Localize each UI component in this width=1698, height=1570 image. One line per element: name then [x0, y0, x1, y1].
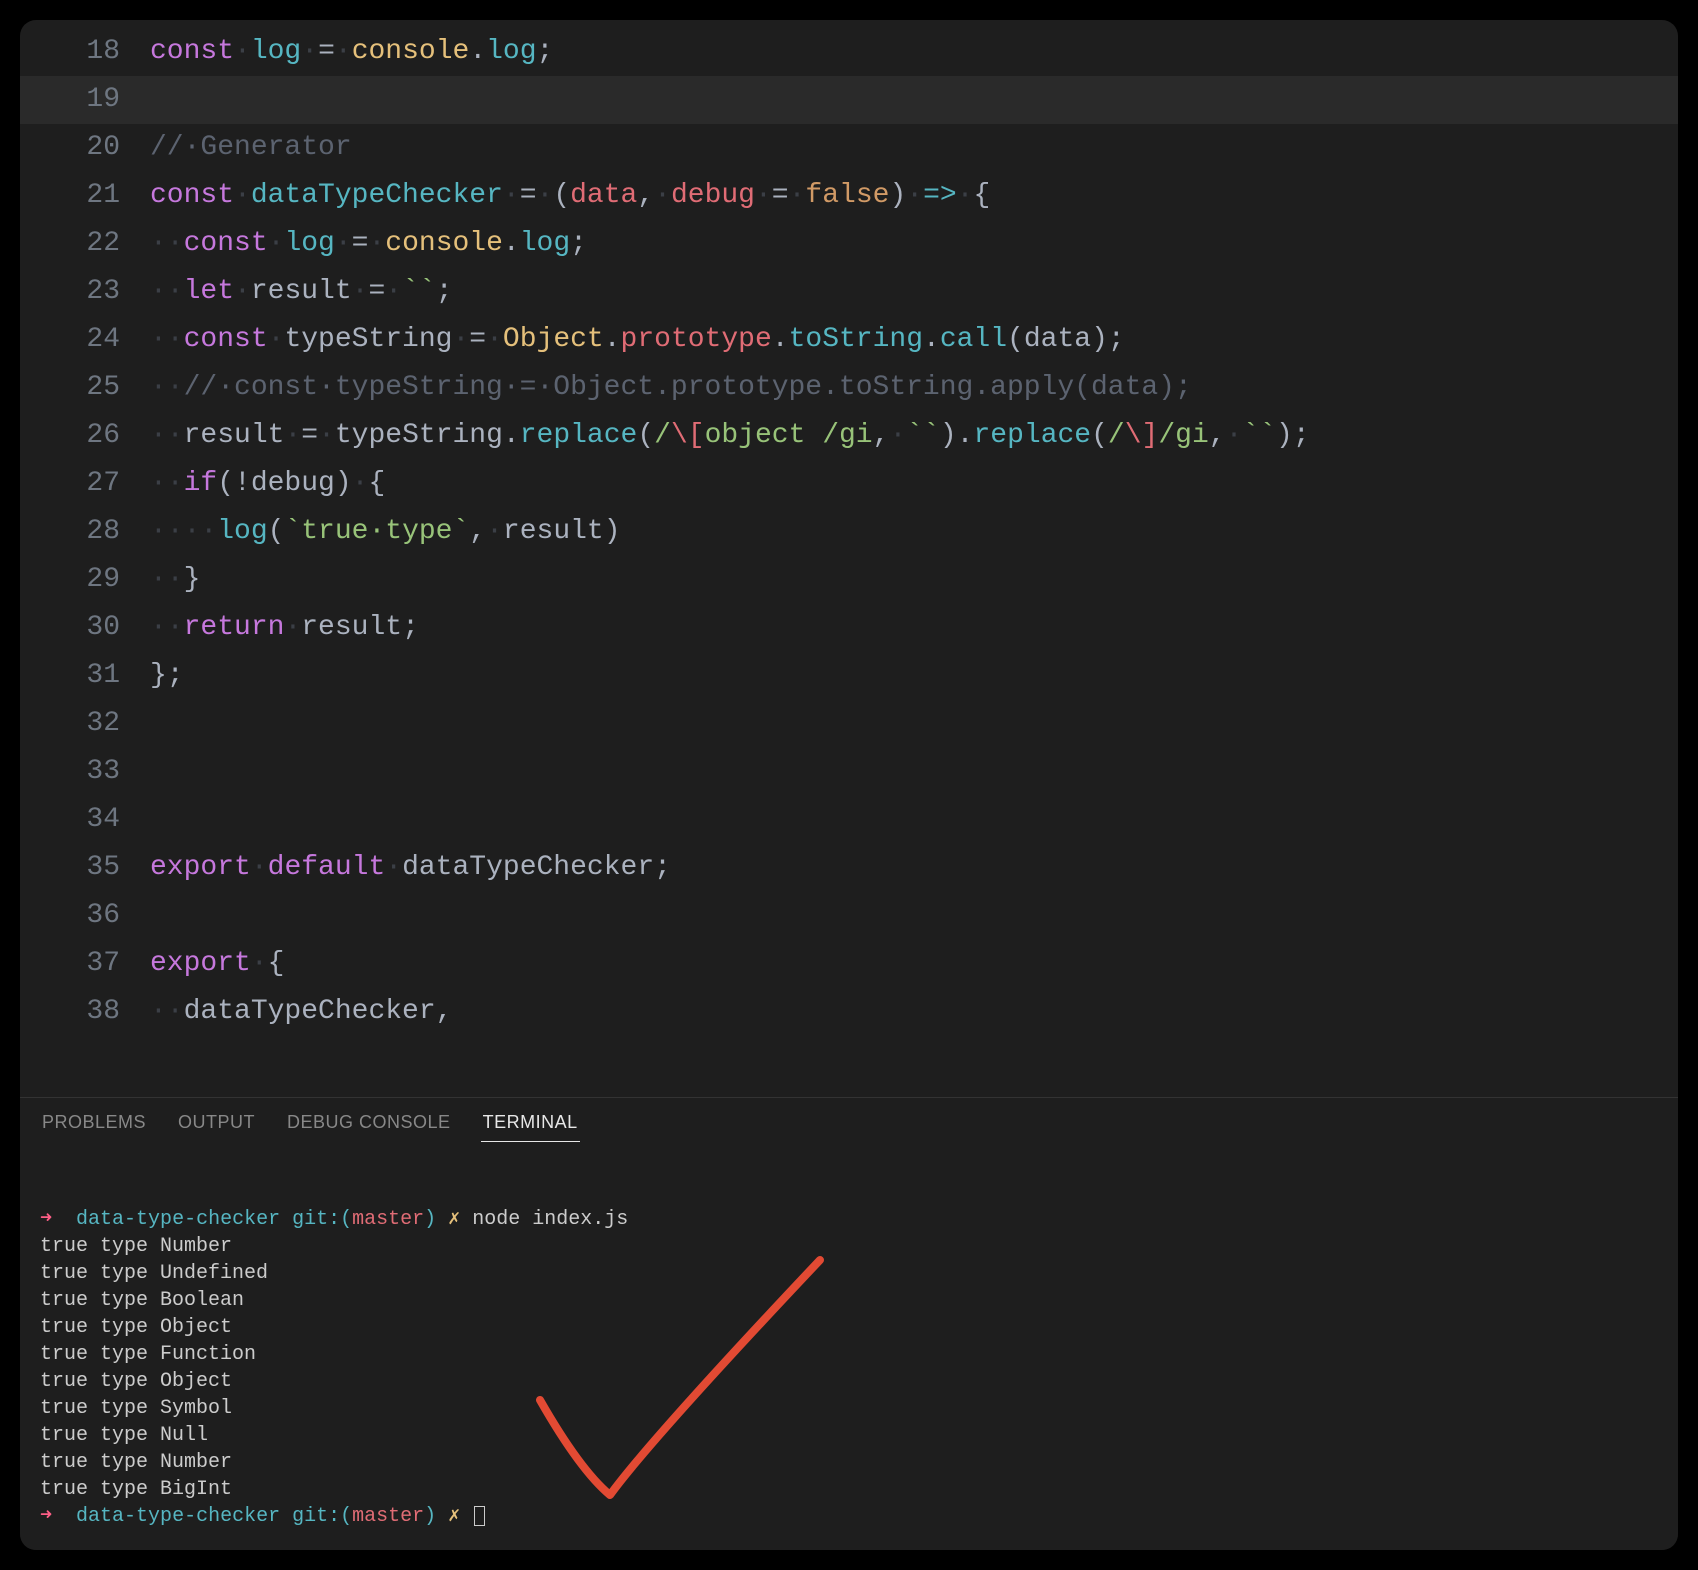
line-number: 28 [20, 508, 150, 556]
line-content[interactable]: ··const·log·=·console.log; [150, 220, 1678, 268]
line-number: 18 [20, 28, 150, 76]
panel-tab-output[interactable]: OUTPUT [176, 1108, 257, 1142]
terminal-line: true type Undefined [40, 1260, 1658, 1287]
line-number: 19 [20, 76, 150, 124]
terminal-cursor [474, 1506, 485, 1526]
panel-tab-bar: PROBLEMS OUTPUT DEBUG CONSOLE TERMINAL [20, 1098, 1678, 1148]
line-content[interactable]: ··const·typeString·=·Object.prototype.to… [150, 316, 1678, 364]
terminal-output[interactable]: ➜ data-type-checker git:(master) ✗ node … [20, 1148, 1678, 1550]
line-number: 32 [20, 700, 150, 748]
line-number: 23 [20, 268, 150, 316]
panel-tab-debug-console[interactable]: DEBUG CONSOLE [285, 1108, 453, 1142]
code-line[interactable]: 34 [20, 796, 1678, 844]
line-content[interactable]: ··return·result; [150, 604, 1678, 652]
terminal-line: true type Object [40, 1368, 1658, 1395]
code-line[interactable]: 38··dataTypeChecker, [20, 988, 1678, 1036]
terminal-line: true type Number [40, 1449, 1658, 1476]
line-content[interactable]: ··result·=·typeString.replace(/\[object … [150, 412, 1678, 460]
line-number: 22 [20, 220, 150, 268]
code-line[interactable]: 35export·default·dataTypeChecker; [20, 844, 1678, 892]
code-line[interactable]: 19 [20, 76, 1678, 124]
line-number: 34 [20, 796, 150, 844]
code-line[interactable]: 27··if(!debug)·{ [20, 460, 1678, 508]
line-number: 27 [20, 460, 150, 508]
line-content[interactable]: const·log·=·console.log; [150, 28, 1678, 76]
terminal-prompt: ➜ data-type-checker git:(master) ✗ node … [40, 1206, 1658, 1233]
line-number: 36 [20, 892, 150, 940]
code-editor[interactable]: 18const·log·=·console.log;1920//·Generat… [20, 20, 1678, 1097]
line-content[interactable]: export·default·dataTypeChecker; [150, 844, 1678, 892]
code-line[interactable]: 32 [20, 700, 1678, 748]
line-number: 25 [20, 364, 150, 412]
terminal-line: true type Symbol [40, 1395, 1658, 1422]
line-content[interactable]: ····log(`true·type`,·result) [150, 508, 1678, 556]
code-line[interactable]: 30··return·result; [20, 604, 1678, 652]
code-line[interactable]: 21const·dataTypeChecker·=·(data,·debug·=… [20, 172, 1678, 220]
line-content[interactable]: //·Generator [150, 124, 1678, 172]
code-line[interactable]: 26··result·=·typeString.replace(/\[objec… [20, 412, 1678, 460]
terminal-line: true type Number [40, 1233, 1658, 1260]
line-number: 37 [20, 940, 150, 988]
panel-tab-terminal[interactable]: TERMINAL [481, 1108, 580, 1142]
code-line[interactable]: 29··} [20, 556, 1678, 604]
code-line[interactable]: 36 [20, 892, 1678, 940]
line-content[interactable]: }; [150, 652, 1678, 700]
terminal-line: true type Object [40, 1314, 1658, 1341]
code-line[interactable]: 28····log(`true·type`,·result) [20, 508, 1678, 556]
line-number: 38 [20, 988, 150, 1036]
line-number: 30 [20, 604, 150, 652]
code-line[interactable]: 31}; [20, 652, 1678, 700]
line-number: 21 [20, 172, 150, 220]
line-number: 31 [20, 652, 150, 700]
bottom-panel: PROBLEMS OUTPUT DEBUG CONSOLE TERMINAL ➜ da… [20, 1097, 1678, 1550]
line-number: 29 [20, 556, 150, 604]
code-line[interactable]: 24··const·typeString·=·Object.prototype.… [20, 316, 1678, 364]
line-number: 24 [20, 316, 150, 364]
code-line[interactable]: 33 [20, 748, 1678, 796]
line-number: 35 [20, 844, 150, 892]
line-content[interactable]: ··} [150, 556, 1678, 604]
code-line[interactable]: 22··const·log·=·console.log; [20, 220, 1678, 268]
line-number: 20 [20, 124, 150, 172]
editor-window: 18const·log·=·console.log;1920//·Generat… [20, 20, 1678, 1550]
terminal-command: node index.js [472, 1208, 628, 1231]
terminal-line: true type Function [40, 1341, 1658, 1368]
line-number: 33 [20, 748, 150, 796]
terminal-line: true type BigInt [40, 1476, 1658, 1503]
code-line[interactable]: 20//·Generator [20, 124, 1678, 172]
line-number: 26 [20, 412, 150, 460]
code-line[interactable]: 25··//·const·typeString·=·Object.prototy… [20, 364, 1678, 412]
terminal-prompt: ➜ data-type-checker git:(master) ✗ [40, 1503, 1658, 1530]
line-content[interactable]: export·{ [150, 940, 1678, 988]
code-line[interactable]: 18const·log·=·console.log; [20, 28, 1678, 76]
code-line[interactable]: 37export·{ [20, 940, 1678, 988]
line-content[interactable]: const·dataTypeChecker·=·(data,·debug·=·f… [150, 172, 1678, 220]
code-line[interactable]: 23··let·result·=·``; [20, 268, 1678, 316]
terminal-line: true type Null [40, 1422, 1658, 1449]
panel-tab-problems[interactable]: PROBLEMS [40, 1108, 148, 1142]
line-content[interactable]: ··let·result·=·``; [150, 268, 1678, 316]
line-content[interactable]: ··//·const·typeString·=·Object.prototype… [150, 364, 1678, 412]
line-content[interactable]: ··if(!debug)·{ [150, 460, 1678, 508]
line-content[interactable]: ··dataTypeChecker, [150, 988, 1678, 1036]
terminal-line: true type Boolean [40, 1287, 1658, 1314]
